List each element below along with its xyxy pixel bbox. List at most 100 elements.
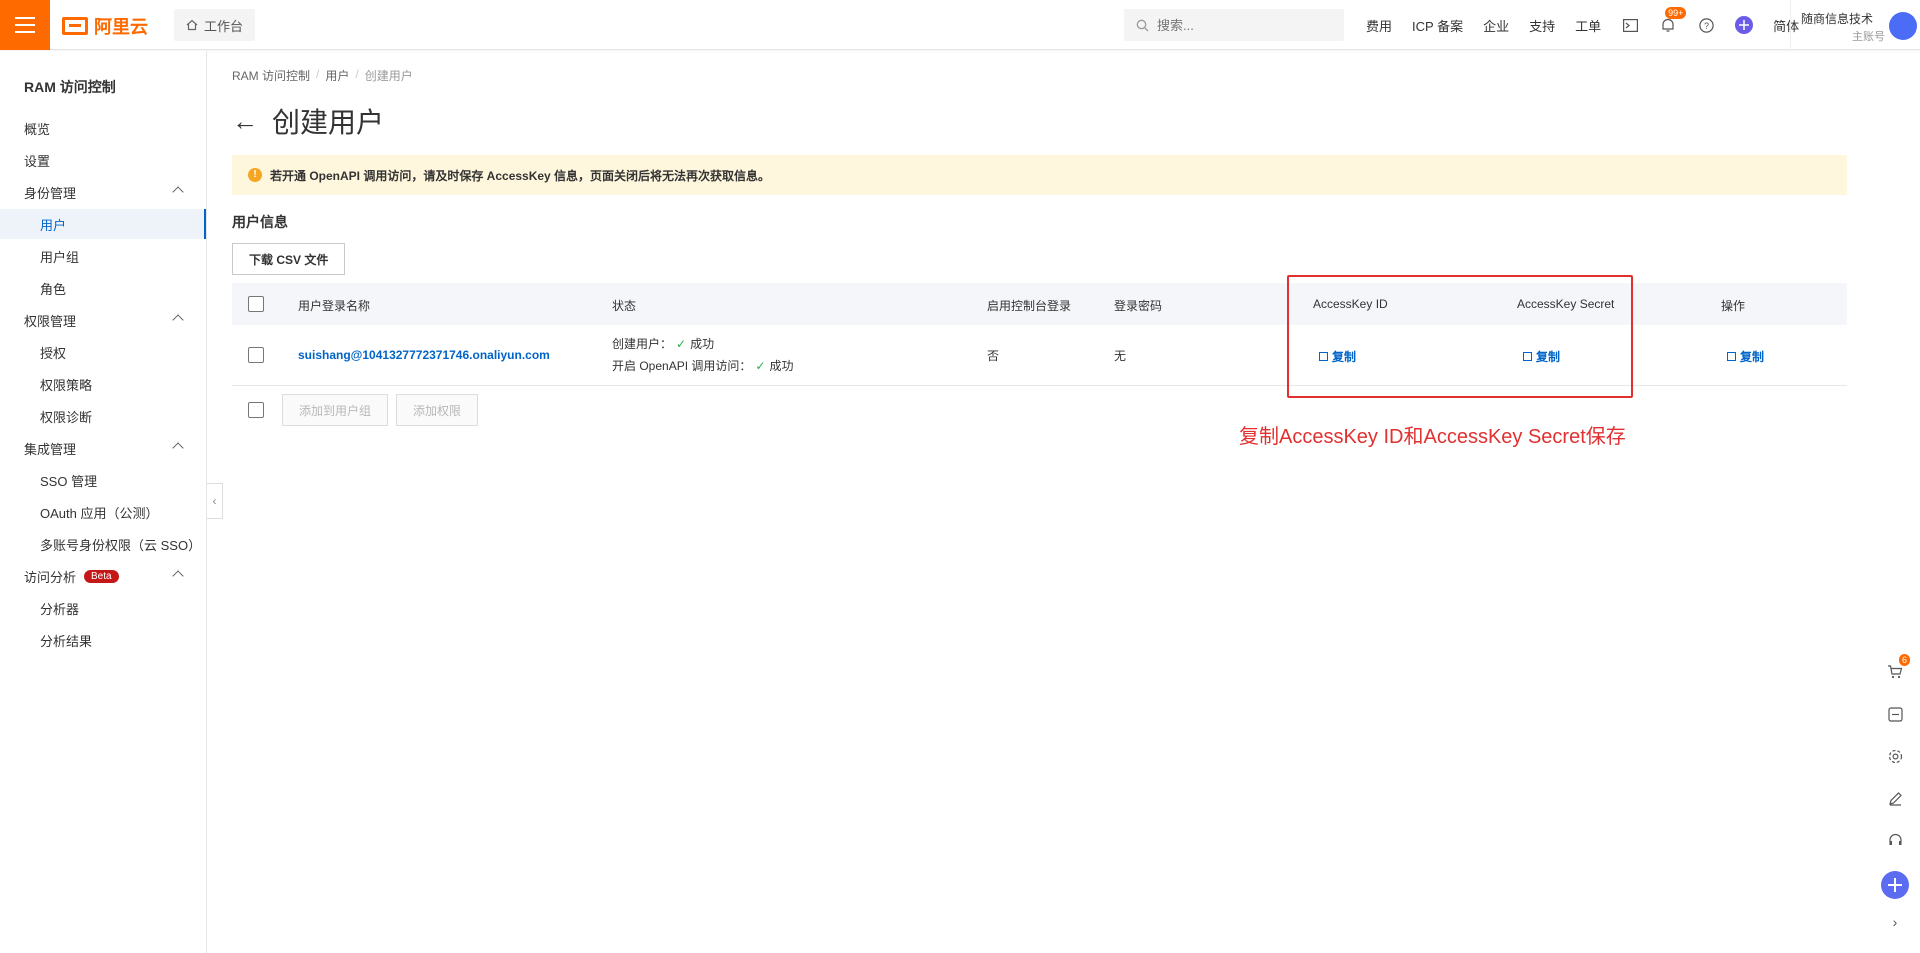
top-bar: 阿里云 工作台 费用 ICP 备案 企业 支持 工单 99+ ? 简体 随商信息… [0,0,1920,50]
ai-assistant-icon[interactable] [1880,870,1910,900]
annotation-highlight-box [1287,275,1633,398]
headset-icon[interactable] [1885,830,1905,850]
sidebar-item-label: 授权 [40,345,67,361]
chevron-up-icon [172,570,184,582]
sidebar-item-analyzer[interactable]: 分析器 [0,593,206,623]
sidebar-item-label: 设置 [24,153,51,169]
chevron-up-icon [172,186,184,198]
sidebar-item-label: 分析结果 [40,633,93,649]
footer-select-checkbox[interactable] [248,402,264,418]
breadcrumb-separator: / [316,67,320,81]
breadcrumb-separator: / [355,67,359,81]
page-header: ← 创建用户 [232,101,384,141]
sidebar-item-roles[interactable]: 角色 [0,273,206,303]
add-permission-button[interactable]: 添加权限 [396,394,479,426]
page-title: 创建用户 [272,107,385,138]
brand-name: 阿里云 [94,17,148,37]
user-login-link[interactable]: suishang@1041327772371746.onaliyun.com [298,348,550,362]
search-icon [1136,19,1149,31]
sidebar-item-label: 多账号身份权限（云 SSO） [40,537,202,553]
terminal-icon[interactable] [1621,16,1639,34]
sidebar-title: RAM 访问控制 [24,79,116,95]
col-console-login: 启用控制台登录 [987,299,1072,313]
scan-icon[interactable] [1885,704,1905,724]
section-title: 用户信息 [232,214,288,230]
sidebar-group-access-analysis[interactable]: 访问分析 Beta [0,561,206,591]
alert-text: 若开通 OpenAPI 调用访问，请及时保存 AccessKey 信息，页面关闭… [270,168,771,183]
status-api: 开启 OpenAPI 调用访问： ✓ 成功 [612,357,793,374]
breadcrumb-current: 创建用户 [364,69,413,83]
chevron-up-icon [172,314,184,326]
gear-icon[interactable] [1885,746,1905,766]
console-login-value: 否 [987,349,1000,363]
sidebar-item-users[interactable]: 用户 [0,209,206,239]
sidebar-item-label: 分析器 [40,601,80,617]
home-icon [186,19,198,31]
cart-icon[interactable]: 6 [1885,654,1911,682]
account-menu[interactable]: 随商信息技术 主账号 [1790,0,1920,50]
aliyun-logo-mark [62,17,88,35]
sidebar-item-label: 角色 [40,281,67,297]
nav-icp[interactable]: ICP 备案 [1412,16,1463,35]
sidebar-item-grants[interactable]: 授权 [0,337,206,367]
status-create-value: 成功 [690,337,715,351]
sidebar-item-settings[interactable]: 设置 [0,145,206,175]
nav-enterprise[interactable]: 企业 [1483,16,1509,35]
check-icon: ✓ [755,359,766,373]
workbench-button[interactable]: 工作台 [174,9,256,41]
sidebar-item-label: 集成管理 [24,441,77,457]
col-password: 登录密码 [1114,299,1163,313]
warning-icon: ! [248,168,262,182]
sidebar-item-label: 用户组 [40,249,80,265]
nav-billing[interactable]: 费用 [1366,16,1392,35]
col-actions: 操作 [1721,299,1746,313]
col-login-name: 用户登录名称 [298,299,371,313]
sidebar-group-identity[interactable]: 身份管理 [0,177,206,207]
add-to-group-button[interactable]: 添加到用户组 [282,394,389,426]
brand-logo[interactable]: 阿里云 [62,13,148,39]
sidebar-group-permissions[interactable]: 权限管理 [0,305,206,335]
password-value: 无 [1114,349,1127,363]
breadcrumb: RAM 访问控制 / 用户 / 创建用户 [232,67,413,84]
sidebar-item-label: 用户 [40,217,67,233]
annotation-text: 复制AccessKey ID和AccessKey Secret保存 [1239,426,1626,448]
search-box[interactable] [1124,9,1344,41]
nav-ticket[interactable]: 工单 [1575,16,1601,35]
copy-icon [1727,352,1736,361]
copy-action-button[interactable]: 复制 [1727,348,1764,365]
sidebar-item-label: SSO 管理 [40,473,98,489]
sidebar-item-cloud-sso[interactable]: 多账号身份权限（云 SSO） [0,529,206,559]
sidebar-item-sso[interactable]: SSO 管理 [0,465,206,495]
sidebar-item-label: OAuth 应用（公测） [40,505,159,521]
bell-icon[interactable]: 99+ [1659,7,1687,34]
status-api-value: 成功 [769,359,794,373]
nav-support[interactable]: 支持 [1529,16,1555,35]
breadcrumb-users[interactable]: 用户 [325,67,349,84]
search-input[interactable] [1157,17,1327,33]
ai-assistant-icon[interactable] [1735,16,1754,34]
sidebar-item-label: 权限管理 [24,313,77,329]
avatar[interactable] [1889,12,1917,40]
select-all-checkbox[interactable] [248,296,264,312]
warning-alert: ! 若开通 OpenAPI 调用访问，请及时保存 AccessKey 信息，页面… [232,155,1847,195]
svg-text:?: ? [1704,21,1709,31]
breadcrumb-ram[interactable]: RAM 访问控制 [232,67,310,84]
sidebar-item-oauth[interactable]: OAuth 应用（公测） [0,497,206,527]
sidebar-group-integration[interactable]: 集成管理 [0,433,206,463]
sidebar-collapse-handle[interactable]: ‹ [207,483,223,519]
sidebar-item-user-groups[interactable]: 用户组 [0,241,206,271]
menu-icon[interactable] [0,0,50,50]
col-status: 状态 [612,299,637,313]
chevron-right-icon[interactable]: › [1885,912,1905,932]
download-csv-button[interactable]: 下载 CSV 文件 [232,243,346,275]
copy-label: 复制 [1740,350,1765,364]
sidebar-item-label: 访问分析 [24,569,77,585]
edit-icon[interactable] [1885,788,1905,808]
back-arrow-icon[interactable]: ← [232,106,258,137]
sidebar-item-policies[interactable]: 权限策略 [0,369,206,399]
help-icon[interactable]: ? [1697,16,1715,34]
row-checkbox[interactable] [248,347,264,363]
sidebar-item-diagnosis[interactable]: 权限诊断 [0,401,206,431]
sidebar-item-analysis-results[interactable]: 分析结果 [0,625,206,655]
sidebar-item-overview[interactable]: 概览 [0,113,206,143]
